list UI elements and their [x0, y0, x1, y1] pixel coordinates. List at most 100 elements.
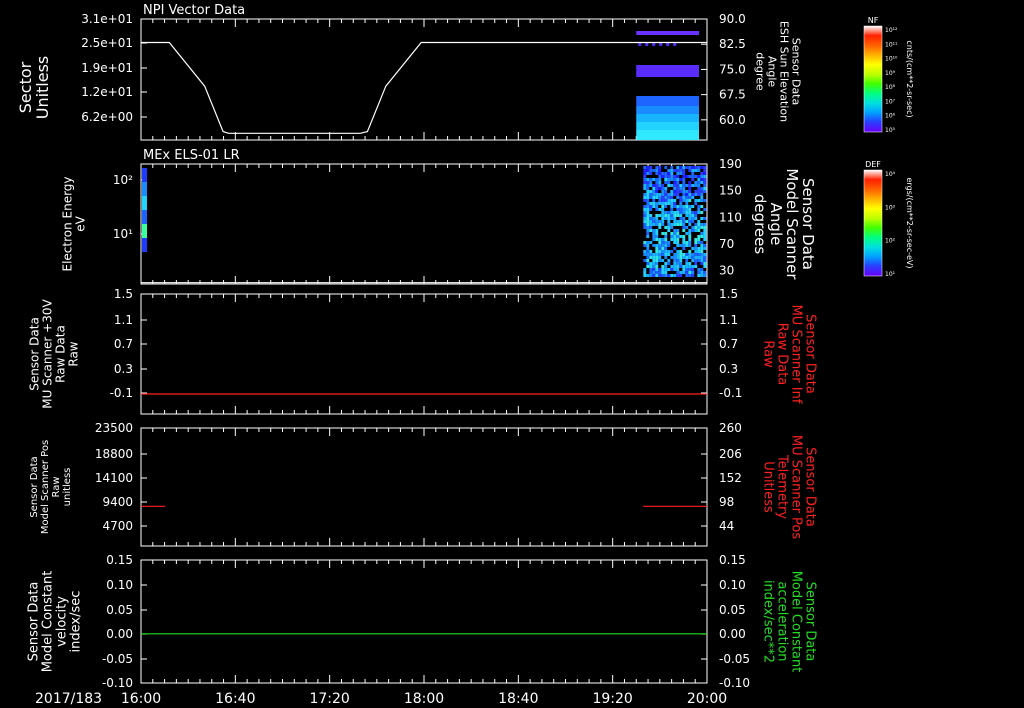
spectrogram-cell [682, 184, 686, 187]
spectrogram-cell [655, 196, 659, 199]
spectrogram-cell [679, 250, 683, 253]
spectrogram-cell [700, 166, 704, 169]
spectrogram-cell [682, 235, 686, 238]
axis-label-left-line: Sensor Data [28, 317, 42, 391]
spectrogram-cell [667, 253, 671, 256]
spectrogram-cell [703, 250, 707, 253]
spectrogram-cell [700, 247, 704, 250]
spectrogram-cell [682, 190, 686, 193]
spectrogram-cell [652, 262, 656, 265]
spectrogram-cell [649, 172, 653, 175]
spectrogram-cell [682, 208, 686, 211]
colorbar-tick-label: 10⁴ [885, 171, 896, 178]
spectrogram-cell [676, 250, 680, 253]
spectrogram-cell [664, 262, 668, 265]
spectrogram-cell [694, 250, 698, 253]
panel-2-frame [140, 163, 708, 285]
spectrogram-cell [700, 238, 704, 241]
spectrogram-cell [688, 214, 692, 217]
spectrogram-cell [652, 175, 656, 178]
y-tick-label-right: 0.3 [719, 362, 738, 376]
spectrogram-cell [673, 247, 677, 250]
spectrogram-cell [676, 205, 680, 208]
spectrogram-cell [646, 181, 650, 184]
spectrogram-cell [685, 241, 689, 244]
spectrogram-cell [682, 247, 686, 250]
spectrogram-cell [685, 217, 689, 220]
axis-label-left-line: Raw Data [54, 325, 68, 383]
spectrogram-cell [703, 169, 707, 172]
spectrogram-cell [703, 190, 707, 193]
spectrogram-cell [679, 169, 683, 172]
spectrogram-cell [673, 268, 677, 271]
spectrogram-cell [697, 208, 701, 211]
spectrogram-cell [652, 193, 656, 196]
colorbar-tick-label: 10⁸ [885, 84, 896, 91]
spectrogram-cell [673, 274, 677, 277]
spectrogram-cell [643, 184, 647, 187]
spectrogram-cell [679, 202, 683, 205]
spectrogram-cell [697, 247, 701, 250]
spectrogram-cell [658, 205, 662, 208]
spectrogram-cell [691, 199, 695, 202]
y-tick-label-right: -0.05 [719, 652, 750, 666]
spectrogram-cell [652, 220, 656, 223]
spectrogram-cell [676, 256, 680, 259]
spectrogram-cell [676, 187, 680, 190]
spectrogram-cell [655, 184, 659, 187]
spectrogram-cell [664, 211, 668, 214]
spectrogram-cell [670, 229, 674, 232]
spectrogram-cell [679, 226, 683, 229]
spectrogram-cell [700, 181, 704, 184]
spectrogram-cell [670, 256, 674, 259]
y-tick-label-left: 23500 [95, 421, 133, 435]
spectrogram-cell [664, 196, 668, 199]
spectrogram-cell [646, 217, 650, 220]
spectrogram-cell [703, 211, 707, 214]
spectrogram-cell [673, 211, 677, 214]
spectrogram-cell [667, 256, 671, 259]
spectrogram-cell [703, 253, 707, 256]
spectrogram-cell [658, 190, 662, 193]
spectrogram-cell [703, 223, 707, 226]
spectrogram-cell [697, 226, 701, 229]
spectrogram-cell [691, 214, 695, 217]
spectrogram-cell [655, 223, 659, 226]
spectrogram-cell [673, 244, 677, 247]
spectrogram-cell [685, 211, 689, 214]
spectrogram-cell [142, 224, 147, 238]
spectrogram-cell [697, 187, 701, 190]
spectrogram-cell [697, 217, 701, 220]
spectrogram-cell [679, 217, 683, 220]
spectrogram-cell [664, 199, 668, 202]
spectrogram-cell [688, 217, 692, 220]
spectrogram-cell [649, 193, 653, 196]
spectrogram-cell [664, 226, 668, 229]
spectrogram-cell [694, 220, 698, 223]
spectrogram-cell [679, 175, 683, 178]
spectrogram-cell [688, 181, 692, 184]
spectrogram-cell [676, 181, 680, 184]
spectrogram-cell [646, 175, 650, 178]
series-line-sun-elevation [141, 41, 707, 134]
spectrogram-cell [688, 184, 692, 187]
axis-label-right-line: Unitless [761, 461, 776, 513]
spectrogram-cell [700, 265, 704, 268]
spectrogram-cell [670, 262, 674, 265]
spectrogram-cell [652, 250, 656, 253]
spectrogram-cell [685, 244, 689, 247]
spectrogram-cell [667, 208, 671, 211]
spectrogram-cell [652, 169, 656, 172]
spectrogram-cell [688, 196, 692, 199]
spectrogram-cell [661, 259, 665, 262]
spectrogram-cell [679, 205, 683, 208]
spectrogram-cell [694, 253, 698, 256]
spectrogram-cell [661, 169, 665, 172]
spectrogram-cell [673, 196, 677, 199]
spectrogram-cell [661, 220, 665, 223]
spectrogram-cell [649, 223, 653, 226]
spectrogram-cell [649, 253, 653, 256]
spectrogram-cell [667, 178, 671, 181]
spectrogram-cell [691, 235, 695, 238]
spectrogram-cell [673, 217, 677, 220]
